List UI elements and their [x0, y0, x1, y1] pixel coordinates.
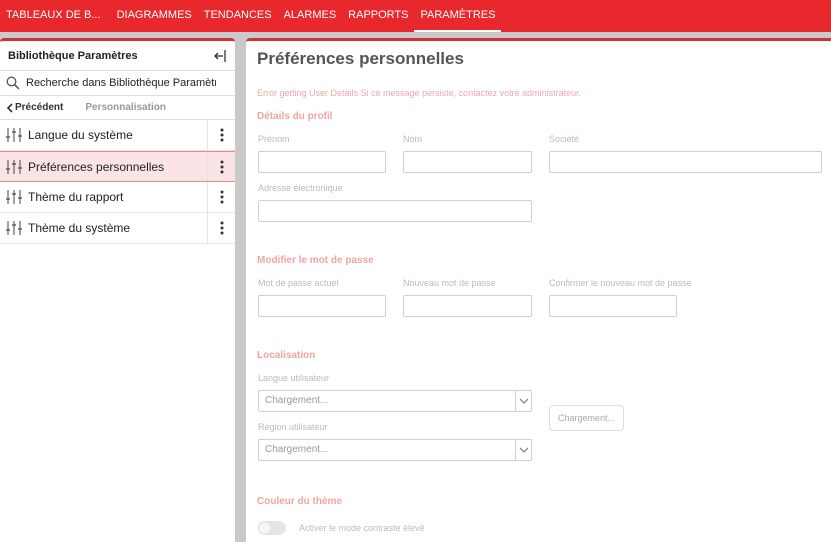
breadcrumb: Précédent Personnalisation [0, 96, 235, 120]
chevron-down-icon [515, 440, 531, 460]
new-password-input[interactable] [403, 295, 532, 317]
profile-section-title: Détails du profil [257, 111, 333, 122]
nav-tab-alarms[interactable]: ALARMES [278, 0, 343, 32]
nav-tab-settings[interactable]: PARAMÈTRES [414, 0, 502, 32]
sliders-icon [6, 190, 22, 204]
user-language-label: Langue utilisateur [258, 373, 330, 383]
more-vertical-icon [220, 190, 223, 204]
library-title: Bibliothèque Paramètres [8, 49, 138, 62]
password-section-title: Modifier le mot de passe [257, 255, 374, 266]
library-header: Bibliothèque Paramètres [0, 41, 235, 71]
collapse-panel-icon[interactable] [213, 49, 227, 63]
user-language-select[interactable]: Chargement... [258, 390, 532, 412]
more-vertical-icon [220, 128, 223, 142]
new-password-label: Nouveau mot de passe [403, 278, 496, 288]
current-password-label: Mot de passe actuel [258, 278, 339, 288]
nav-tab-diagrams[interactable]: DIAGRAMMES [111, 0, 198, 32]
chevron-down-icon [515, 391, 531, 411]
settings-library-panel: Bibliothèque Paramètres Précédent Person… [0, 38, 235, 542]
confirm-password-label: Confirmer le nouveau mot de passe [549, 278, 692, 288]
sliders-icon [6, 128, 22, 142]
back-button[interactable]: Précédent [6, 102, 63, 113]
settings-item-system-language[interactable]: Langue du système [0, 120, 235, 151]
theme-section-title: Couleur du thème [257, 496, 343, 507]
search-icon [6, 76, 20, 90]
settings-item-personal-preferences[interactable]: Préférences personnelles [0, 151, 235, 182]
item-menu-button[interactable] [207, 213, 235, 243]
settings-item-label: Thème du système [28, 221, 131, 235]
first-name-label: Prénom [258, 134, 290, 144]
sliders-icon [6, 221, 22, 235]
user-language-value: Chargement... [265, 395, 329, 406]
item-menu-button[interactable] [207, 152, 235, 181]
sliders-icon [6, 159, 22, 174]
last-name-input[interactable] [403, 151, 532, 173]
page-title: Préférences personnelles [257, 49, 464, 68]
breadcrumb-current: Personnalisation [85, 102, 166, 113]
more-vertical-icon [220, 221, 223, 235]
last-name-label: Nom [403, 134, 423, 144]
settings-item-system-theme[interactable]: Thème du système [0, 213, 235, 244]
nav-tab-reports[interactable]: RAPPORTS [342, 0, 414, 32]
item-menu-button[interactable] [207, 182, 235, 212]
confirm-password-input[interactable] [549, 295, 677, 317]
toggle-knob [259, 522, 271, 534]
top-navigation-bar: TABLEAUX DE B... DIAGRAMMES TENDANCES AL… [0, 0, 831, 32]
email-input[interactable] [258, 200, 532, 222]
more-vertical-icon [220, 160, 223, 173]
current-password-input[interactable] [258, 295, 386, 317]
email-label: Adresse électronique [258, 183, 343, 193]
error-message: Error getting User Details Si ce message… [257, 88, 582, 98]
settings-item-report-theme[interactable]: Thème du rapport [0, 182, 235, 213]
settings-list: Langue du système Préférences personnell… [0, 120, 235, 244]
preferences-panel: Préférences personnelles Error getting U… [246, 38, 831, 542]
first-name-input[interactable] [258, 151, 386, 173]
item-menu-button[interactable] [207, 120, 235, 150]
settings-item-label: Thème du rapport [28, 190, 124, 204]
high-contrast-toggle[interactable] [258, 521, 286, 535]
chevron-left-icon [6, 102, 13, 113]
user-region-select[interactable]: Chargement... [258, 439, 532, 461]
localisation-section-title: Localisation [257, 350, 316, 361]
user-region-value: Chargement... [265, 444, 329, 455]
nav-tab-dashboards[interactable]: TABLEAUX DE B... [0, 0, 111, 32]
settings-item-label: Langue du système [28, 128, 133, 142]
loading-button[interactable]: Chargement... [549, 405, 625, 431]
library-search-input[interactable] [26, 77, 216, 89]
company-input[interactable] [549, 151, 822, 173]
user-region-label: Région utilisateur [258, 422, 328, 432]
library-search [0, 71, 235, 96]
company-label: Société [549, 134, 580, 144]
settings-item-label: Préférences personnelles [28, 159, 165, 174]
high-contrast-label: Activer le mode contraste élevé [299, 523, 425, 533]
back-button-label: Précédent [15, 102, 64, 113]
nav-tab-trends[interactable]: TENDANCES [198, 0, 278, 32]
